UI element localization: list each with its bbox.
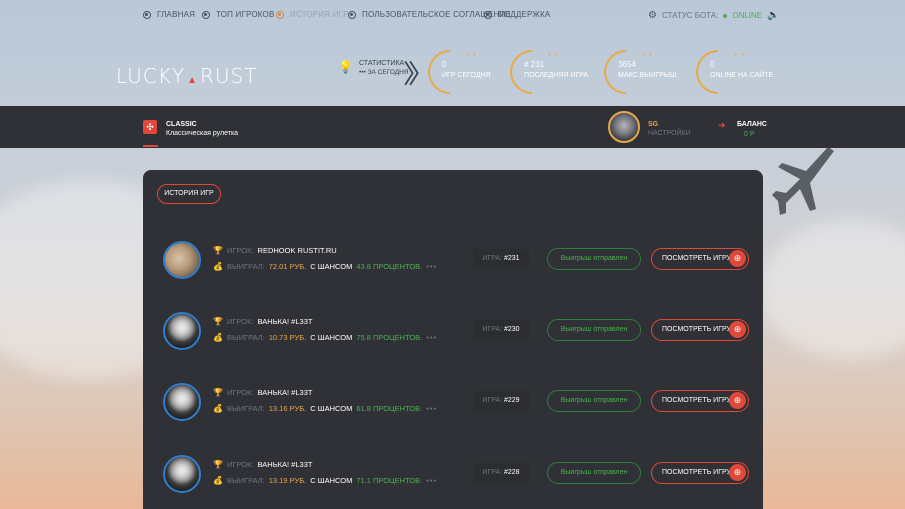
more-dots-icon: ••• <box>426 404 438 413</box>
win-chance: 75.8 ПРОЦЕНТОВ. <box>356 333 423 342</box>
stat-online: • • 0 ONLINE НА САЙТЕ <box>686 40 784 104</box>
user-avatar[interactable] <box>608 111 640 143</box>
game-number: ИГРА: #231 <box>473 249 529 269</box>
radio-icon <box>276 10 284 19</box>
player-avatar[interactable] <box>163 241 201 279</box>
balance-value: 0 Р <box>744 131 755 138</box>
target-icon: ⊕ <box>729 321 746 338</box>
player-name[interactable]: REDHOOK RUSTIT.RU <box>258 246 337 255</box>
nav-item-game-history[interactable]: ИСТОРИЯ ИГР <box>276 10 349 19</box>
more-dots-icon: ••• <box>426 262 438 271</box>
target-icon: ⊕ <box>729 464 746 481</box>
mode-subtitle: Классическая рулетка <box>166 130 239 137</box>
more-dots-icon: ••• <box>426 476 438 485</box>
history-row: 🏆 ИГРОК: ВАНЬКА! #L33T 💰 ВЫИГРАЛ: 13.16 … <box>143 378 763 428</box>
double-chevron-icon: 〉〉 <box>403 59 434 89</box>
nav-item-home[interactable]: ГЛАВНАЯ <box>143 10 195 19</box>
target-icon: ⊕ <box>729 392 746 409</box>
target-icon: ⊕ <box>729 250 746 267</box>
balance-arrow-icon: ➜ <box>718 120 726 130</box>
settings-link[interactable]: НАСТРОЙКИ <box>648 130 691 137</box>
bot-status-value: ONLINE <box>732 11 763 20</box>
radio-icon <box>143 10 151 19</box>
history-row: 🏆 ИГРОК: ВАНЬКА! #L33T 💰 ВЫИГРАЛ: 13.19 … <box>143 450 763 500</box>
history-row: 🏆 ИГРОК: REDHOOK RUSTIT.RU 💰 ВЫИГРАЛ: 72… <box>143 236 763 286</box>
game-number: ИГРА: #229 <box>473 391 529 411</box>
background-cloud <box>760 220 905 360</box>
gear-icon: ⚙ <box>648 10 657 21</box>
win-chance: 43.8 ПРОЦЕНТОВ. <box>356 262 423 271</box>
win-chance: 61.8 ПРОЦЕНТОВ. <box>356 404 423 413</box>
mode-title[interactable]: CLASSIC <box>166 121 197 128</box>
site-logo[interactable]: LUCKY ▲ RUST <box>116 64 257 88</box>
view-game-button[interactable]: ПОСМОТРЕТЬ ИГРУ ⊕ <box>651 248 749 270</box>
win-amount: 13.19 РУБ. <box>268 476 307 485</box>
view-game-button[interactable]: ПОСМОТРЕТЬ ИГРУ ⊕ <box>651 390 749 412</box>
nav-item-support[interactable]: ПОДДЕРЖКА <box>484 10 550 19</box>
view-game-button[interactable]: ПОСМОТРЕТЬ ИГРУ ⊕ <box>651 319 749 341</box>
radio-icon <box>202 10 210 19</box>
coin-icon: 💰 <box>213 476 223 485</box>
status-dot-icon <box>723 13 728 18</box>
trophy-icon: 🏆 <box>213 388 223 397</box>
win-chance: 71.1 ПРОЦЕНТОВ. <box>356 476 423 485</box>
win-sent-badge: Выигрыш отправлен <box>547 462 641 484</box>
stat-games-today: • • 0 ИГР СЕГОДНЯ <box>418 40 516 104</box>
top-navigation: ГЛАВНАЯ ТОП ИГРОКОВ ИСТОРИЯ ИГР ПОЛЬЗОВА… <box>0 0 905 30</box>
win-sent-badge: Выигрыш отправлен <box>547 248 641 270</box>
airplane-icon <box>772 147 834 215</box>
view-game-button[interactable]: ПОСМОТРЕТЬ ИГРУ ⊕ <box>651 462 749 484</box>
bot-status: ⚙ СТАТУС БОТА: ONLINE 🔈 <box>648 10 780 21</box>
nav-item-top-players[interactable]: ТОП ИГРОКОВ <box>202 10 275 19</box>
more-dots-icon: ••• <box>426 333 438 342</box>
trophy-icon: 🏆 <box>213 246 223 255</box>
speaker-icon[interactable]: 🔈 <box>767 10 779 21</box>
history-row: 🏆 ИГРОК: ВАНЬКА! #L33T 💰 ВЫИГРАЛ: 10.73 … <box>143 307 763 357</box>
player-avatar[interactable] <box>163 383 201 421</box>
mode-underline <box>143 145 158 147</box>
game-number: ИГРА: #228 <box>473 463 529 483</box>
player-avatar[interactable] <box>163 455 201 493</box>
player-name[interactable]: ВАНЬКА! #L33T <box>258 388 313 397</box>
coin-icon: 💰 <box>213 262 223 271</box>
stat-last-game: • • # 231 ПОСЛЕДНЯЯ ИГРА <box>500 40 598 104</box>
player-name[interactable]: ВАНЬКА! #L33T <box>258 460 313 469</box>
radio-icon <box>484 10 492 19</box>
coin-icon: 💰 <box>213 333 223 342</box>
game-number: ИГРА: #230 <box>473 320 529 340</box>
balance-label: БАЛАНС <box>737 121 767 128</box>
radio-icon <box>348 10 356 19</box>
mode-bar <box>0 106 905 148</box>
win-amount: 13.16 РУБ. <box>268 404 307 413</box>
player-avatar[interactable] <box>163 312 201 350</box>
coin-icon: 💰 <box>213 404 223 413</box>
player-name[interactable]: ВАНЬКА! #L33T <box>258 317 313 326</box>
win-sent-badge: Выигрыш отправлен <box>547 390 641 412</box>
classic-mode-icon[interactable]: ✣ <box>143 120 157 134</box>
trophy-icon: 🏆 <box>213 460 223 469</box>
win-amount: 72.01 РУБ. <box>268 262 307 271</box>
history-tab-button[interactable]: ИСТОРИЯ ИГР <box>157 184 221 204</box>
win-amount: 10.73 РУБ. <box>268 333 307 342</box>
lightbulb-icon: 💡 <box>338 60 353 74</box>
stat-max-win: • • 3654 МАКС.ВЫИГРЫШ <box>594 40 692 104</box>
stats-header: 💡 СТАТИСТИКА ••• ЗА СЕГОДНЯ <box>338 60 409 76</box>
trophy-icon: 🏆 <box>213 317 223 326</box>
user-name: SG <box>648 121 659 128</box>
win-sent-badge: Выигрыш отправлен <box>547 319 641 341</box>
